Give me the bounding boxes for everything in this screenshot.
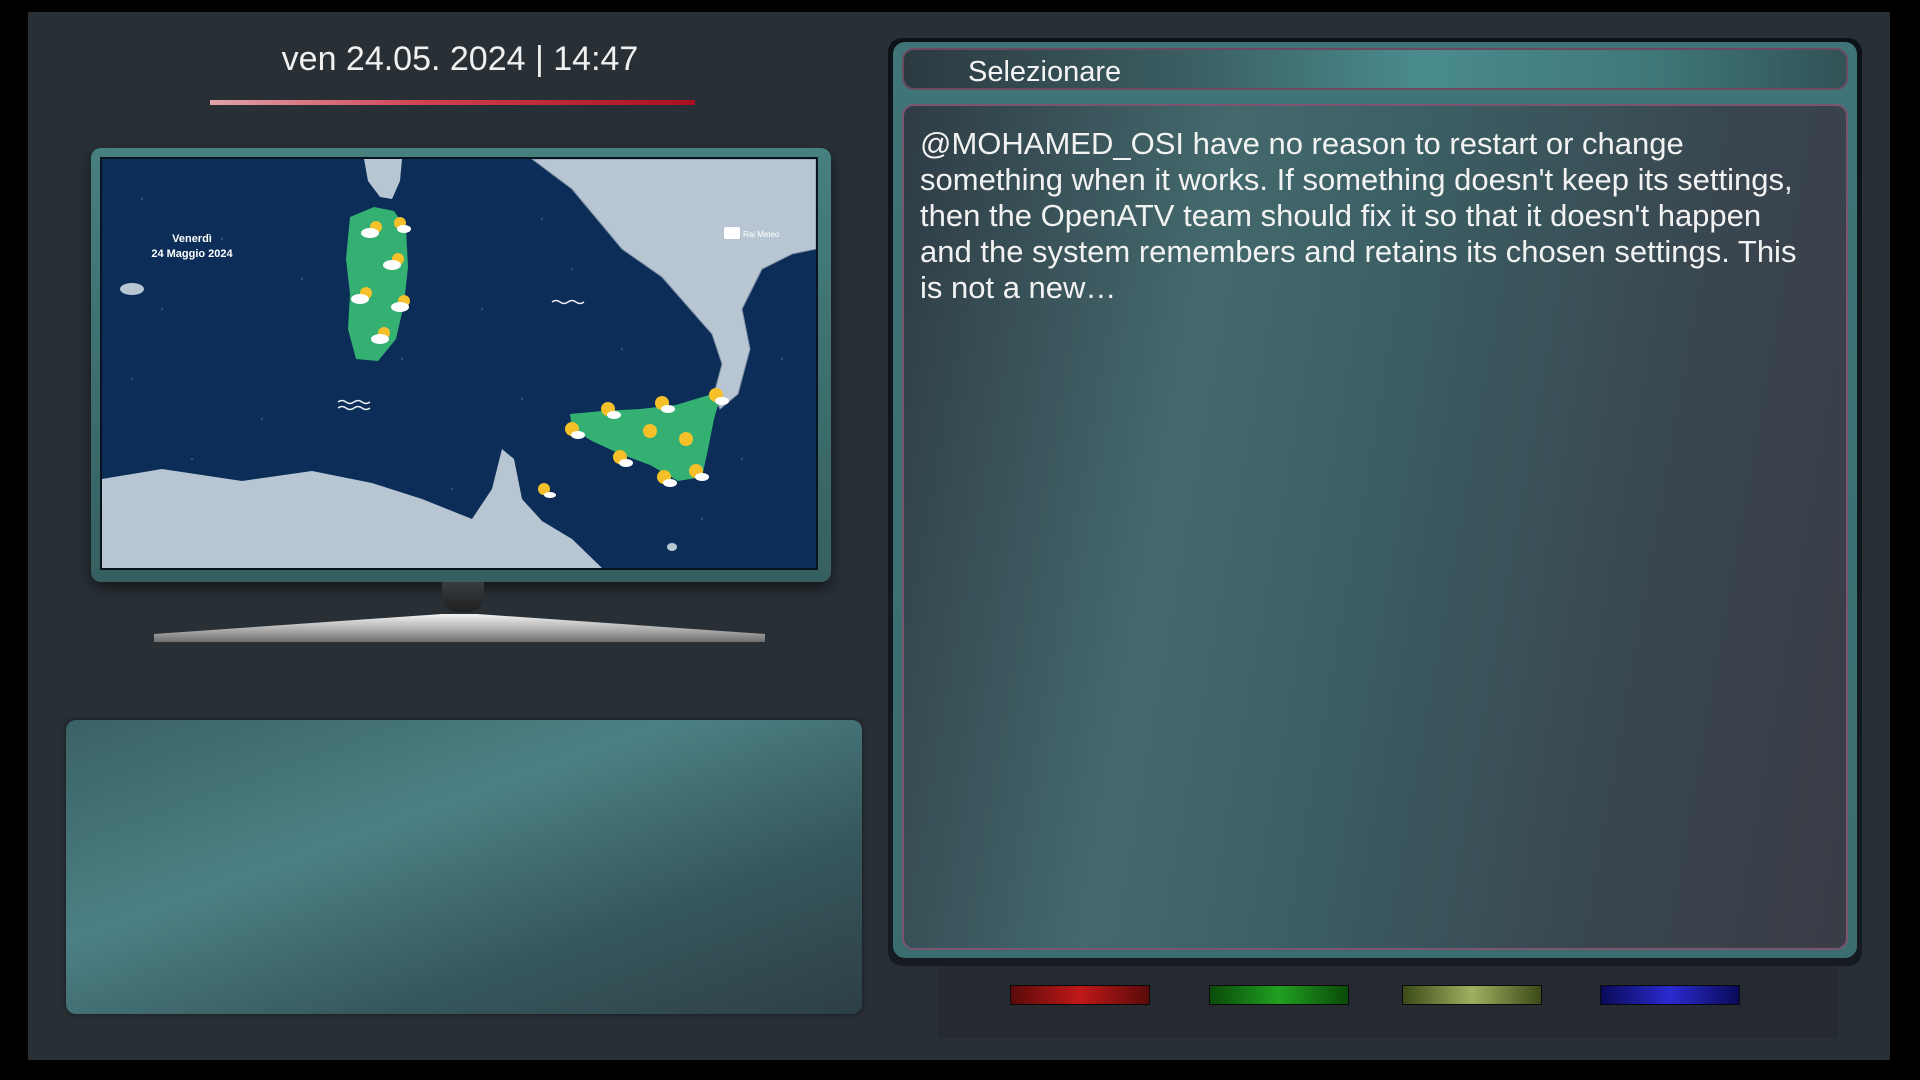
clock-datetime: ven 24.05. 2024 | 14:47 xyxy=(281,40,639,78)
map-date-label: 24 Maggio 2024 xyxy=(151,248,233,260)
sun-icon xyxy=(679,432,693,446)
red-key[interactable] xyxy=(1010,985,1150,1005)
tv-preview-screen: Venerdì 24 Maggio 2024 Rai Meteo xyxy=(100,157,818,570)
weather-map: Venerdì 24 Maggio 2024 Rai Meteo xyxy=(102,159,816,568)
green-key[interactable] xyxy=(1209,985,1349,1005)
sun-icon xyxy=(643,424,657,438)
message-text: @MOHAMED_OSI have no reason to restart o… xyxy=(920,126,1797,305)
tv-neck xyxy=(442,582,484,612)
info-panel xyxy=(66,720,862,1014)
balearic-island xyxy=(120,283,144,295)
clock-underline xyxy=(210,100,695,105)
channel-logo-badge xyxy=(724,227,740,239)
tv-stand xyxy=(154,614,765,642)
channel-logo: Rai Meteo xyxy=(743,230,780,239)
selection-title: Selezionare xyxy=(968,56,1122,88)
yellow-key[interactable] xyxy=(1402,985,1542,1005)
map-day-label: Venerdì xyxy=(172,233,212,245)
malta-island xyxy=(667,543,677,551)
blue-key[interactable] xyxy=(1600,985,1740,1005)
